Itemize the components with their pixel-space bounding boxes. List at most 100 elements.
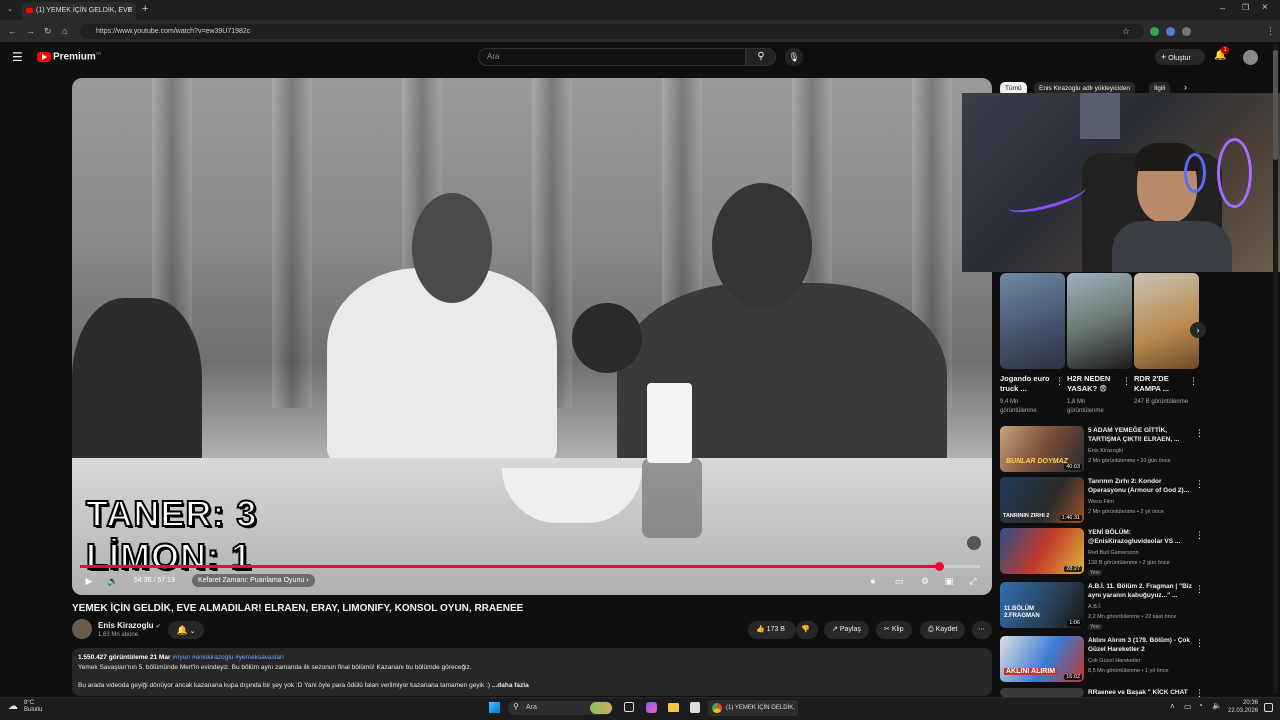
settings-gear-icon[interactable]: ⚙: [918, 574, 932, 588]
recommendation-channel[interactable]: Enis Kirazoglu: [1088, 448, 1192, 454]
share-button[interactable]: ↗ Paylaş: [824, 621, 869, 639]
url-field[interactable]: https://www.youtube.com/watch?v=ew39U719…: [80, 24, 1144, 39]
chapter-button[interactable]: Kefaret Zamanı: Puanlama Oyunu ›: [192, 574, 315, 587]
fullscreen-icon[interactable]: ⤢: [966, 574, 980, 588]
account-avatar[interactable]: [1243, 50, 1258, 65]
person-center-head: [412, 193, 492, 303]
search-icon: ⚲: [757, 51, 765, 62]
recommendation-title[interactable]: Aklını Alırım 3 (179. Bölüm) - Çok Güzel…: [1088, 637, 1192, 654]
extension-icon-1[interactable]: [1150, 27, 1159, 36]
short-more-kebab-icon[interactable]: ⋮: [1122, 376, 1131, 387]
hashtags[interactable]: #oyun #eniskirazoglu #yemeksavasları: [172, 654, 284, 661]
recommendation-thumbnail[interactable]: 28:27: [1000, 528, 1084, 574]
tab-search-button[interactable]: ⌄: [4, 4, 16, 16]
short-more-kebab-icon[interactable]: ⋮: [1189, 376, 1198, 387]
extension-icon-2[interactable]: [1166, 27, 1175, 36]
window-minimize-button[interactable]: –: [1220, 3, 1225, 13]
recommendation-title[interactable]: A.B.İ. 11. Bölüm 2. Fragman | "Biz aynı …: [1088, 583, 1192, 600]
youtube-logo-icon[interactable]: [37, 52, 51, 62]
save-button[interactable]: ⎙ Kaydet: [920, 621, 966, 639]
subscriber-count: 1,63 Mn abone: [98, 632, 139, 638]
home-icon[interactable]: ⌂: [62, 24, 67, 38]
recommendation-channel[interactable]: Red Bull Gamerszon: [1088, 550, 1192, 556]
short-more-kebab-icon[interactable]: ⋮: [1055, 376, 1064, 387]
forward-icon[interactable]: →: [26, 24, 35, 38]
clock-time: 20:36: [1243, 700, 1259, 706]
search-input[interactable]: Ara: [478, 48, 746, 66]
taskbar-clock[interactable]: 20:36 22.03.2026: [1228, 699, 1258, 715]
chips-next-chevron-icon[interactable]: ›: [1184, 82, 1187, 92]
file-explorer-icon[interactable]: [668, 703, 679, 712]
progress-scrubber-handle[interactable]: [934, 562, 944, 571]
video-title: YEMEK İÇİN GELDİK, EVE ALMADILAR! ELRAEN…: [72, 603, 524, 614]
browser-menu-icon[interactable]: ⋮: [1266, 24, 1275, 38]
hamburger-menu-icon[interactable]: ☰: [12, 50, 23, 64]
weather-description: Bulutlu: [24, 707, 43, 713]
notification-center-icon[interactable]: [1264, 703, 1273, 712]
recommendation-thumbnail[interactable]: AKLINI ALIRIM 16:02: [1000, 636, 1084, 682]
premium-logo-text[interactable]: PremiumTR: [53, 51, 101, 62]
short-title[interactable]: RDR 2'DE KAMPA ...: [1134, 374, 1190, 394]
subtitles-icon[interactable]: ▭: [892, 574, 906, 588]
network-icon[interactable]: ▭: [1184, 702, 1192, 711]
short-thumbnail[interactable]: [1000, 273, 1065, 369]
recommendation-title[interactable]: YENİ BÖLÜM: @EnisKirazogluvideolar VS ..…: [1088, 529, 1192, 546]
more-actions-button[interactable]: ⋯: [972, 621, 992, 639]
recommendation-thumbnail[interactable]: [1000, 688, 1084, 697]
recommendation-title[interactable]: 5 ADAM YEMEĞE GİTTİK, TARTIŞMA ÇIKTI! EL…: [1088, 427, 1192, 444]
play-icon[interactable]: ▶: [82, 574, 96, 588]
recommendation-more-kebab-icon[interactable]: ⋮: [1195, 584, 1204, 595]
task-view-icon[interactable]: [624, 702, 634, 712]
recommendation-channel[interactable]: Çok Güzel Hareketler: [1088, 658, 1192, 664]
description-box[interactable]: 1.550.427 görüntüleme 21 Mar #oyun #enis…: [72, 648, 992, 696]
video-player[interactable]: TANER: 3 LİMON: 1 ▶ 🔈 54:36 / 57:13 Kefa…: [72, 78, 992, 595]
volume-icon[interactable]: 🔈: [106, 574, 120, 588]
recommendation-channel[interactable]: A.B.İ.: [1088, 604, 1192, 610]
window-maximize-button[interactable]: ❐: [1242, 3, 1249, 12]
glass: [642, 458, 702, 538]
recommendation-channel[interactable]: Weco Film: [1088, 499, 1192, 505]
windows-start-icon[interactable]: [489, 702, 500, 713]
recommendation-more-kebab-icon[interactable]: ⋮: [1195, 530, 1204, 541]
wifi-icon[interactable]: ◔: [1198, 701, 1203, 710]
short-title[interactable]: H2R NEDEN YASAK? 😨: [1067, 374, 1123, 394]
recommendation-more-kebab-icon[interactable]: ⋮: [1195, 428, 1204, 439]
page-scrollbar-thumb[interactable]: [1273, 50, 1278, 160]
extension-icon-3[interactable]: [1182, 27, 1191, 36]
recommendation-thumbnail[interactable]: BUNLAR DOYMAZ 40:03: [1000, 426, 1084, 472]
clip-button[interactable]: ✂ Klip: [876, 621, 912, 639]
channel-name[interactable]: Enis Kirazoglu ✔: [98, 621, 161, 630]
weather-widget[interactable]: 8°C Bulutlu: [24, 700, 42, 714]
short-thumbnail[interactable]: [1067, 273, 1132, 369]
recommendation-thumbnail[interactable]: TANRININ ZIRHI 2 1:46:31: [1000, 477, 1084, 523]
progress-bar[interactable]: [80, 562, 980, 571]
subscribed-bell-button[interactable]: 🔔 ⌄: [168, 621, 204, 639]
reload-icon[interactable]: ↻: [44, 24, 52, 38]
show-more-link[interactable]: ...daha fazla: [492, 682, 529, 689]
bookmark-star-icon[interactable]: ☆: [1122, 24, 1130, 38]
new-tab-button[interactable]: +: [142, 3, 148, 15]
speaker-icon[interactable]: 🔈: [1212, 701, 1222, 710]
recommendation-thumbnail[interactable]: 11.BÖLÜM 2.FRAGMAN 1:06: [1000, 582, 1084, 628]
system-tray-chevron-icon[interactable]: ˄: [1170, 702, 1175, 711]
copilot-icon[interactable]: [646, 702, 657, 713]
recommendation-more-kebab-icon[interactable]: ⋮: [1195, 479, 1204, 490]
miniplayer-icon[interactable]: ▣: [942, 574, 956, 588]
recommendation-title[interactable]: Tanrının Zırhı 2: Kondor Operasyonu (Arm…: [1088, 478, 1192, 495]
dislike-button[interactable]: 👎: [796, 621, 818, 639]
recommendation-more-kebab-icon[interactable]: ⋮: [1195, 638, 1204, 649]
create-button[interactable]: + Oluştur: [1155, 49, 1205, 65]
voice-search-button[interactable]: 🎙: [785, 48, 803, 66]
autoplay-toggle[interactable]: ●: [866, 574, 880, 588]
back-icon[interactable]: ←: [8, 24, 17, 38]
search-button[interactable]: ⚲: [746, 48, 776, 66]
browser-tab[interactable]: (1) YEMEK İÇİN GELDİK, EVE: [22, 2, 136, 20]
short-thumbnail[interactable]: [1134, 273, 1199, 369]
short-title[interactable]: Jogando euro truck ...: [1000, 374, 1056, 394]
window-close-button[interactable]: ×: [1262, 2, 1268, 13]
shorts-next-chevron-icon[interactable]: ›: [1190, 322, 1206, 338]
like-button[interactable]: 👍 173 B: [748, 621, 796, 639]
store-icon[interactable]: [690, 702, 700, 713]
channel-avatar[interactable]: [72, 619, 92, 639]
tab-close-icon[interactable]: ×: [128, 5, 133, 14]
